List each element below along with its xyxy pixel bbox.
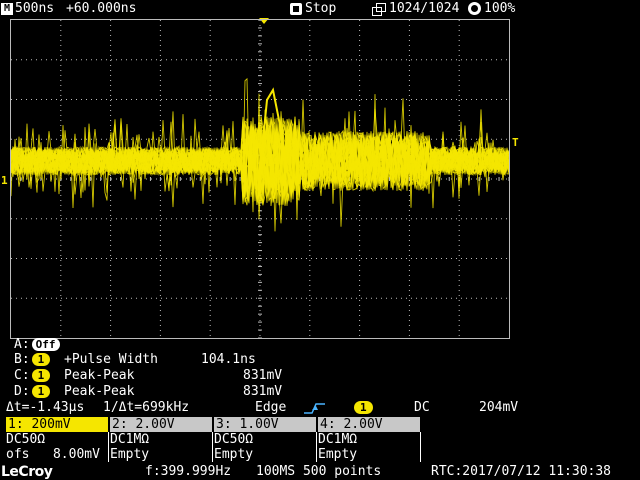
channel-2-settings[interactable]: DC1MΩ Empty <box>110 432 213 462</box>
measurement-source-badge: 1 <box>31 385 51 398</box>
trigger-type[interactable]: Edge <box>255 400 286 416</box>
channel1-ground-marker[interactable]: 1 <box>1 174 8 187</box>
measurement-source-badge: Off <box>31 338 60 351</box>
measurement-value: 831mV <box>243 368 283 383</box>
timebase-icon: M <box>1 2 13 15</box>
status-bar: M 500ns +60.000ns Stop 1024/1024 100% <box>0 0 640 18</box>
measurement-name: Peak-Peak <box>64 384 135 399</box>
measurement-slot: A: <box>14 337 30 352</box>
measurement-value: 104.1ns <box>201 352 256 367</box>
channel-1-offset: ofs 8.00mV <box>6 447 100 462</box>
waveform-graticule <box>11 20 509 338</box>
delay-readout[interactable]: +60.000ns <box>66 1 136 17</box>
channel-2-status: Empty <box>110 447 150 462</box>
stop-icon <box>290 2 302 15</box>
waveform-display[interactable] <box>10 19 510 339</box>
measurement-slot: D: <box>14 384 30 399</box>
measurement-value: 831mV <box>243 384 283 399</box>
channel-3-status: Empty <box>214 447 254 462</box>
brand-logo: LeCroy <box>1 464 53 480</box>
measurement-name: +Pulse Width <box>64 352 158 367</box>
channel-3-settings[interactable]: DC50Ω Empty <box>214 432 317 462</box>
trigger-frequency: f:399.999Hz <box>145 464 232 479</box>
cursor-trigger-row: Δt=-1.43µs 1/Δt=699kHz Edge 1 DC 204mV <box>6 400 636 416</box>
channel-2-header[interactable]: 2: 2.00V <box>110 417 212 432</box>
delta-t-readout[interactable]: Δt=-1.43µs <box>6 400 84 416</box>
intensity-readout[interactable]: 100% <box>468 1 515 17</box>
measurement-source-badge: 1 <box>31 353 51 366</box>
channel-1-coupling: DC50Ω <box>6 432 46 447</box>
channel-3-coupling: DC50Ω <box>214 432 254 447</box>
intensity-value: 100% <box>484 1 516 16</box>
channel-3-header[interactable]: 3: 1.00V <box>214 417 316 432</box>
measurement-c[interactable]: C: 1 Peak-Peak 831mV <box>14 368 282 383</box>
trigger-source-badge[interactable]: 1 <box>354 401 373 414</box>
measurement-b[interactable]: B: 1 +Pulse Width 104.1ns <box>14 352 256 367</box>
measurement-source-badge: 1 <box>31 369 51 382</box>
intensity-icon <box>468 2 481 15</box>
measurement-d[interactable]: D: 1 Peak-Peak 831mV <box>14 384 282 399</box>
channel-4-header[interactable]: 4: 2.00V <box>318 417 420 432</box>
timebase-value: 500ns <box>15 1 55 16</box>
channel-2-coupling: DC1MΩ <box>110 432 150 447</box>
measurement-a[interactable]: A: Off <box>14 337 60 352</box>
sample-rate-info: 100MS 500 points <box>256 464 382 479</box>
measurement-slot: B: <box>14 352 30 367</box>
real-time-clock: RTC:2017/07/12 11:30:38 <box>431 464 612 479</box>
acquisition-counter[interactable]: 1024/1024 <box>372 1 459 17</box>
channel-4-coupling: DC1MΩ <box>318 432 358 447</box>
trigger-level[interactable]: 204mV <box>479 400 518 416</box>
channel-4-status: Empty <box>318 447 358 462</box>
bottom-status-bar: LeCroy f:399.999Hz 100MS 500 points RTC:… <box>0 464 640 480</box>
trigger-coupling[interactable]: DC <box>414 400 430 416</box>
channel-1-header[interactable]: 1: 200mV <box>6 417 108 432</box>
trigger-level-marker[interactable]: T <box>512 136 519 149</box>
delay-value: +60.000ns <box>66 1 137 16</box>
inverse-delta-t-readout[interactable]: 1/Δt=699kHz <box>103 400 189 416</box>
measurement-slot: C: <box>14 368 30 383</box>
acquisition-icon <box>372 2 386 16</box>
timebase-readout[interactable]: M 500ns <box>1 1 54 17</box>
acquisition-value: 1024/1024 <box>389 1 460 16</box>
measurement-name: Peak-Peak <box>64 368 135 383</box>
channel-4-settings[interactable]: DC1MΩ Empty <box>318 432 421 462</box>
channel-1-settings[interactable]: DC50Ω ofs 8.00mV <box>6 432 109 462</box>
run-stop-button[interactable]: Stop <box>290 1 336 17</box>
run-state-label: Stop <box>305 1 337 16</box>
rising-edge-icon <box>304 403 325 414</box>
